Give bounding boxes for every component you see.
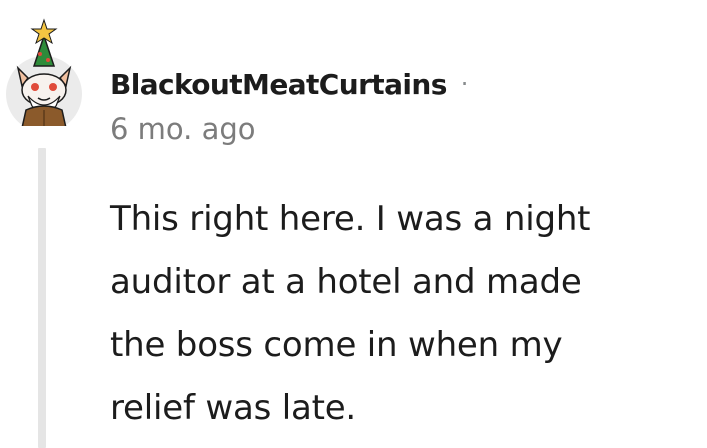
- comment-body: This right here. I was a night auditor a…: [110, 188, 700, 440]
- festive-cat-avatar-icon: [6, 18, 82, 126]
- comment-body-line: the boss come in when my: [110, 325, 563, 365]
- comment-body-line: auditor at a hotel and made: [110, 262, 582, 302]
- comment-body-line: This right here. I was a night: [110, 199, 591, 239]
- thread-line[interactable]: [38, 148, 46, 448]
- avatar[interactable]: [4, 14, 88, 126]
- comment-body-line: relief was late.: [110, 388, 357, 428]
- meta-separator: ·: [460, 70, 469, 98]
- author-username[interactable]: BlackoutMeatCurtains: [110, 68, 447, 101]
- comment-timestamp[interactable]: 6 mo. ago: [110, 112, 256, 146]
- comment-meta: BlackoutMeatCurtains ·: [110, 62, 468, 106]
- comment: BlackoutMeatCurtains · 6 mo. ago This ri…: [0, 0, 707, 448]
